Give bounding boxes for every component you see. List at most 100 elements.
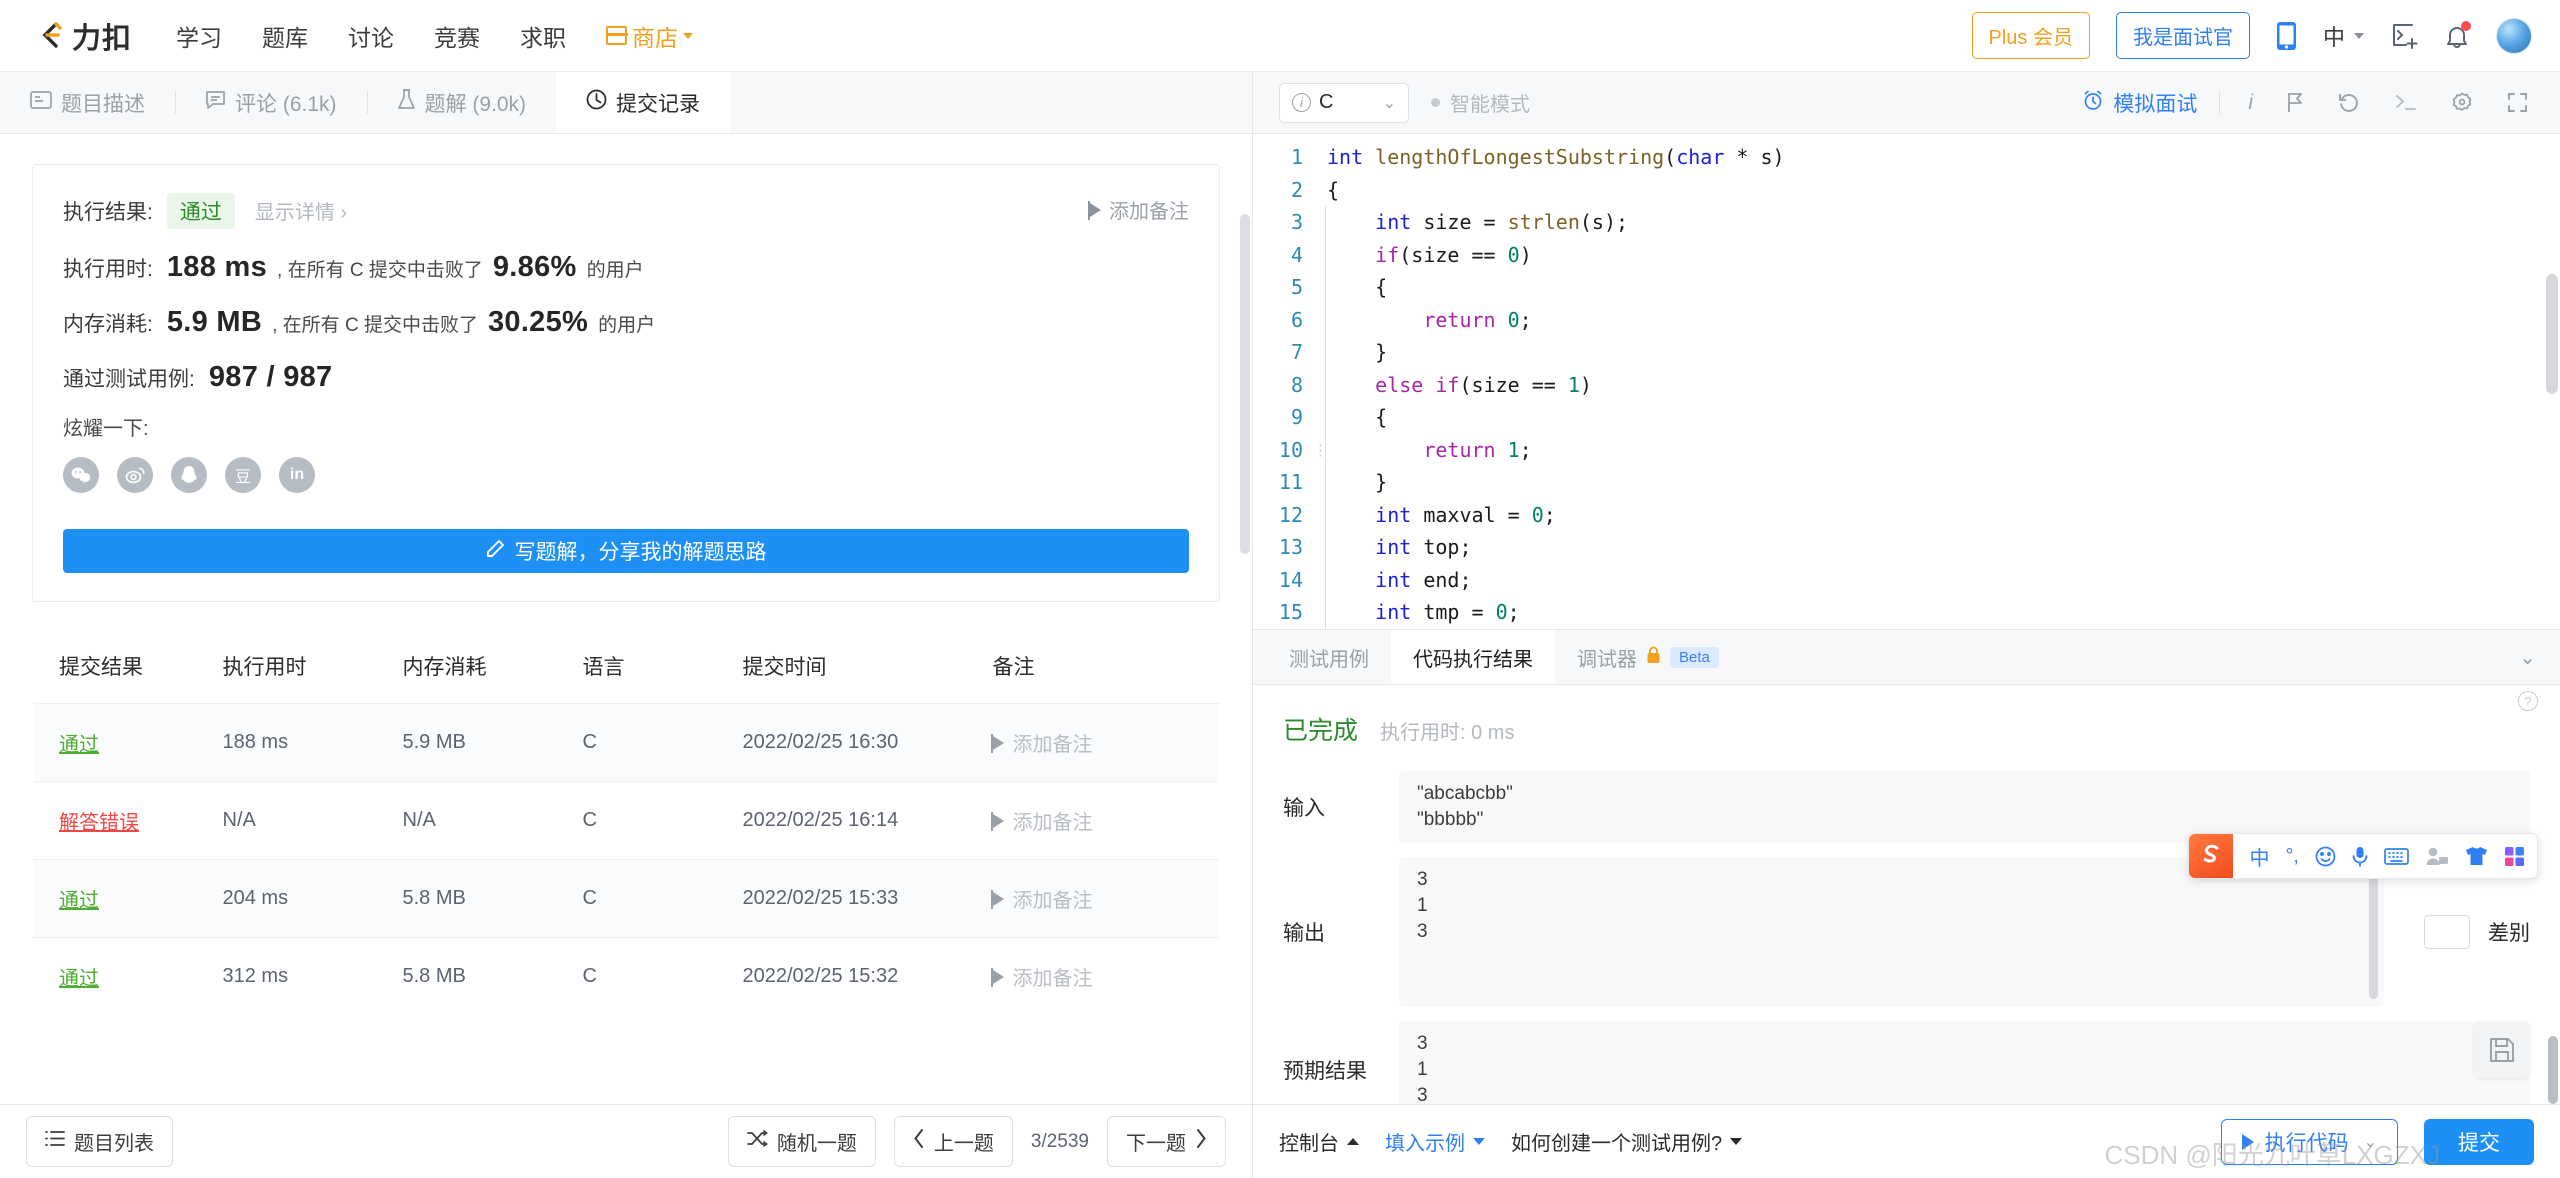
tab-solutions[interactable]: 题解 (9.0k): [367, 72, 557, 133]
code-token: end;: [1411, 568, 1471, 592]
ime-account-icon[interactable]: [2425, 846, 2449, 866]
tab-comments[interactable]: 评论 (6.1k): [175, 72, 367, 133]
nav-study[interactable]: 学习: [176, 19, 222, 53]
line-number: 15: [1253, 596, 1325, 629]
tab-submissions[interactable]: 提交记录: [556, 72, 730, 133]
fullscreen-icon[interactable]: [2501, 92, 2534, 113]
ime-punctuation-icon[interactable]: °,: [2285, 845, 2299, 868]
ime-emoji-icon[interactable]: [2315, 846, 2336, 867]
code-token: size =: [1411, 210, 1507, 234]
status-link[interactable]: 解答错误: [59, 812, 139, 834]
indent-guide: [1325, 466, 1326, 499]
table-row[interactable]: 通过 204 ms 5.8 MB C 2022/02/25 15:33 添加备注: [33, 860, 1220, 938]
row-add-note-button[interactable]: 添加备注: [993, 962, 1220, 991]
qq-share-icon[interactable]: [171, 457, 207, 493]
console-collapse-button[interactable]: ⌄: [2495, 630, 2560, 684]
chevron-left-icon: [913, 1129, 925, 1154]
language-select[interactable]: i C ⌄: [1279, 83, 1409, 123]
status-link[interactable]: 通过: [59, 890, 99, 912]
linkedin-share-icon[interactable]: in: [279, 457, 315, 493]
nav-discuss[interactable]: 讨论: [348, 19, 394, 53]
ime-logo-icon[interactable]: [2189, 834, 2233, 878]
diff-checkbox[interactable]: [2424, 915, 2470, 949]
ime-skin-icon[interactable]: [2465, 846, 2488, 866]
status-dot-icon: [1431, 98, 1440, 107]
flag-icon[interactable]: [2281, 92, 2310, 113]
cell-runtime: 312 ms: [223, 938, 403, 1016]
mobile-phone-icon[interactable]: [2276, 21, 2297, 51]
tab-description[interactable]: 题目描述: [0, 72, 175, 133]
add-note-button[interactable]: 添加备注: [1090, 195, 1189, 224]
runtime-suffix-b: 的用户: [587, 255, 644, 282]
clock-icon: [586, 89, 607, 116]
interviewer-button[interactable]: 我是面试官: [2116, 12, 2250, 59]
output-value[interactable]: 3 1 3: [1399, 857, 2384, 1007]
problem-list-button[interactable]: 题目列表: [26, 1116, 173, 1167]
code-scrollbar[interactable]: [2546, 274, 2558, 394]
ctab-testcase[interactable]: 测试用例: [1267, 630, 1391, 684]
notification-bell-icon[interactable]: [2444, 22, 2470, 50]
line-number: 7: [1253, 336, 1325, 369]
nav-shop[interactable]: 商店: [606, 19, 693, 53]
ime-apps-icon[interactable]: [2504, 846, 2525, 867]
code-editor[interactable]: ⋮ 1int lengthOfLongestSubstring(char * s…: [1253, 134, 2560, 629]
weibo-share-icon[interactable]: [117, 457, 153, 493]
save-icon[interactable]: [2474, 1022, 2530, 1078]
nav-contest[interactable]: 竞赛: [434, 19, 480, 53]
nav-problems[interactable]: 题库: [262, 19, 308, 53]
table-row[interactable]: 解答错误 N/A N/A C 2022/02/25 16:14 添加备注: [33, 782, 1220, 860]
left-pane: 题目描述 评论 (6.1k) 题解 (9.0k): [0, 72, 1253, 1178]
mock-interview-button[interactable]: 模拟面试: [2082, 88, 2197, 118]
help-icon[interactable]: ?: [2518, 691, 2538, 711]
page-scrollbar[interactable]: [2548, 1036, 2558, 1104]
code-token: {: [1327, 178, 1339, 202]
ime-keyboard-icon[interactable]: [2384, 847, 2409, 866]
ctab-debugger[interactable]: 调试器 Beta: [1555, 630, 1741, 684]
console-icon[interactable]: [2388, 93, 2423, 112]
next-problem-button[interactable]: 下一题: [1107, 1116, 1226, 1167]
status-link[interactable]: 通过: [59, 968, 99, 990]
code-token: {: [1327, 275, 1387, 299]
console-toggle-button[interactable]: 控制台: [1279, 1127, 1359, 1156]
terminal-add-icon[interactable]: [2390, 23, 2418, 49]
how-to-button[interactable]: 如何创建一个测试用例?: [1511, 1127, 1742, 1156]
run-code-button[interactable]: 执行代码 ⌄: [2221, 1119, 2398, 1165]
cell-runtime: 204 ms: [223, 860, 403, 938]
row-add-note-button[interactable]: 添加备注: [993, 884, 1220, 913]
chevron-right-icon: [1195, 1129, 1207, 1154]
submit-button[interactable]: 提交: [2424, 1119, 2534, 1165]
ime-voice-icon[interactable]: [2352, 846, 2368, 867]
random-problem-button[interactable]: 随机一题: [728, 1116, 876, 1167]
row-add-note-button[interactable]: 添加备注: [993, 728, 1220, 757]
settings-gear-icon[interactable]: [2445, 92, 2479, 114]
reset-icon[interactable]: [2332, 92, 2366, 113]
brand-logo[interactable]: 力扣: [34, 15, 132, 57]
table-row[interactable]: 通过 188 ms 5.9 MB C 2022/02/25 16:30 添加备注: [33, 704, 1220, 782]
plus-membership-button[interactable]: Plus 会员: [1972, 12, 2090, 59]
code-token: lengthOfLongestSubstring: [1363, 145, 1664, 169]
nav-jobs[interactable]: 求职: [520, 19, 566, 53]
smart-mode-toggle[interactable]: 智能模式: [1431, 88, 1530, 117]
ime-chinese-icon[interactable]: 中: [2249, 842, 2269, 871]
language-switcher[interactable]: 中: [2323, 20, 2364, 52]
ctab-result[interactable]: 代码执行结果: [1391, 630, 1555, 684]
left-bottom-bar: 题目列表 随机一题 上一题 3/2539 下一题: [0, 1104, 1252, 1178]
status-link[interactable]: 通过: [59, 734, 99, 756]
run-code-label: 执行代码: [2265, 1127, 2349, 1157]
write-solution-button[interactable]: 写题解，分享我的解题思路: [63, 529, 1189, 573]
output-scrollbar[interactable]: [2369, 865, 2378, 999]
expected-value[interactable]: 3 1 3: [1399, 1021, 2530, 1104]
avatar[interactable]: [2496, 18, 2532, 54]
row-add-note-button[interactable]: 添加备注: [993, 806, 1220, 835]
show-detail-link[interactable]: 显示详情 ›: [255, 196, 347, 225]
left-scrollbar[interactable]: [1240, 214, 1250, 554]
mock-interview-label: 模拟面试: [2113, 88, 2197, 118]
table-row[interactable]: 通过 312 ms 5.8 MB C 2022/02/25 15:32 添加备注: [33, 938, 1220, 1016]
wechat-share-icon[interactable]: [63, 457, 99, 493]
cell-memory: 5.8 MB: [403, 860, 583, 938]
douban-share-icon[interactable]: 豆: [225, 457, 261, 493]
fill-example-button[interactable]: 填入示例: [1385, 1127, 1485, 1156]
code-text: {: [1325, 271, 1387, 304]
info-icon[interactable]: i: [2242, 91, 2259, 115]
prev-problem-button[interactable]: 上一题: [894, 1116, 1013, 1167]
